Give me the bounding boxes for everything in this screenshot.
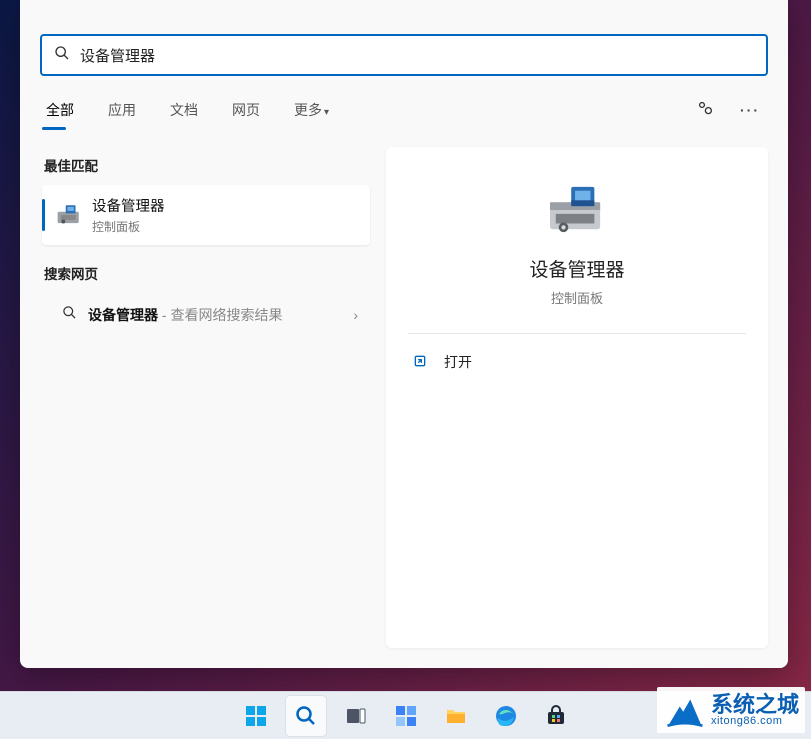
search-icon xyxy=(54,45,70,66)
tab-apps[interactable]: 应用 xyxy=(104,92,140,128)
tab-documents[interactable]: 文档 xyxy=(166,92,202,128)
settings-shortcut-icon[interactable] xyxy=(690,93,720,128)
taskview-button[interactable] xyxy=(336,696,376,736)
watermark-cn: 系统之城 xyxy=(711,694,799,716)
tab-label: 应用 xyxy=(108,102,136,118)
search-tabs: 全部 应用 文档 网页 更多▾ ··· xyxy=(20,76,788,129)
preview-title: 设备管理器 xyxy=(408,255,746,282)
open-icon xyxy=(412,353,434,372)
chevron-right-icon: › xyxy=(353,307,358,323)
watermark-icon xyxy=(663,689,707,731)
tab-label: 网页 xyxy=(232,102,260,118)
edge-button[interactable] xyxy=(486,696,526,736)
result-device-manager[interactable]: 设备管理器 控制面板 xyxy=(42,185,370,245)
watermark: 系统之城 xitong86.com xyxy=(657,687,805,733)
chevron-down-icon: ▾ xyxy=(324,107,329,118)
tab-more[interactable]: 更多▾ xyxy=(290,92,333,128)
search-bar[interactable] xyxy=(40,34,768,76)
tab-web[interactable]: 网页 xyxy=(228,92,264,128)
web-result-suffix: - 查看网络搜索结果 xyxy=(158,307,282,323)
result-subtitle: 控制面板 xyxy=(92,218,165,235)
result-title: 设备管理器 xyxy=(92,195,165,216)
web-result-text: 设备管理器 - 查看网络搜索结果 xyxy=(88,305,353,325)
tab-label: 更多 xyxy=(294,102,322,118)
start-button[interactable] xyxy=(236,696,276,736)
action-open[interactable]: 打开 xyxy=(408,342,746,382)
search-input[interactable] xyxy=(80,47,754,64)
preview-subtitle: 控制面板 xyxy=(408,288,746,307)
results-column: 最佳匹配 设备管理器 控制面板 搜索网页 xyxy=(20,139,380,658)
web-result-term: 设备管理器 xyxy=(88,307,158,323)
divider xyxy=(408,333,746,334)
preview-pane: 设备管理器 控制面板 打开 xyxy=(386,147,768,648)
more-options-icon[interactable]: ··· xyxy=(734,96,766,124)
device-manager-icon xyxy=(54,203,84,227)
taskbar-search-button[interactable] xyxy=(286,696,326,736)
result-text: 设备管理器 控制面板 xyxy=(92,195,165,235)
explorer-button[interactable] xyxy=(436,696,476,736)
watermark-en: xitong86.com xyxy=(711,716,799,727)
store-button[interactable] xyxy=(536,696,576,736)
web-search-result[interactable]: 设备管理器 - 查看网络搜索结果 › xyxy=(42,293,370,337)
device-manager-icon xyxy=(408,183,746,237)
search-content: 最佳匹配 设备管理器 控制面板 搜索网页 xyxy=(20,129,788,668)
web-section-label: 搜索网页 xyxy=(44,263,370,283)
tab-label: 文档 xyxy=(170,102,198,118)
search-icon xyxy=(54,305,84,325)
widgets-button[interactable] xyxy=(386,696,426,736)
search-panel: 全部 应用 文档 网页 更多▾ ··· 最佳匹配 xyxy=(20,0,788,668)
best-match-label: 最佳匹配 xyxy=(44,155,370,175)
tab-label: 全部 xyxy=(46,102,74,118)
action-label: 打开 xyxy=(444,352,472,372)
tab-all[interactable]: 全部 xyxy=(42,92,78,128)
